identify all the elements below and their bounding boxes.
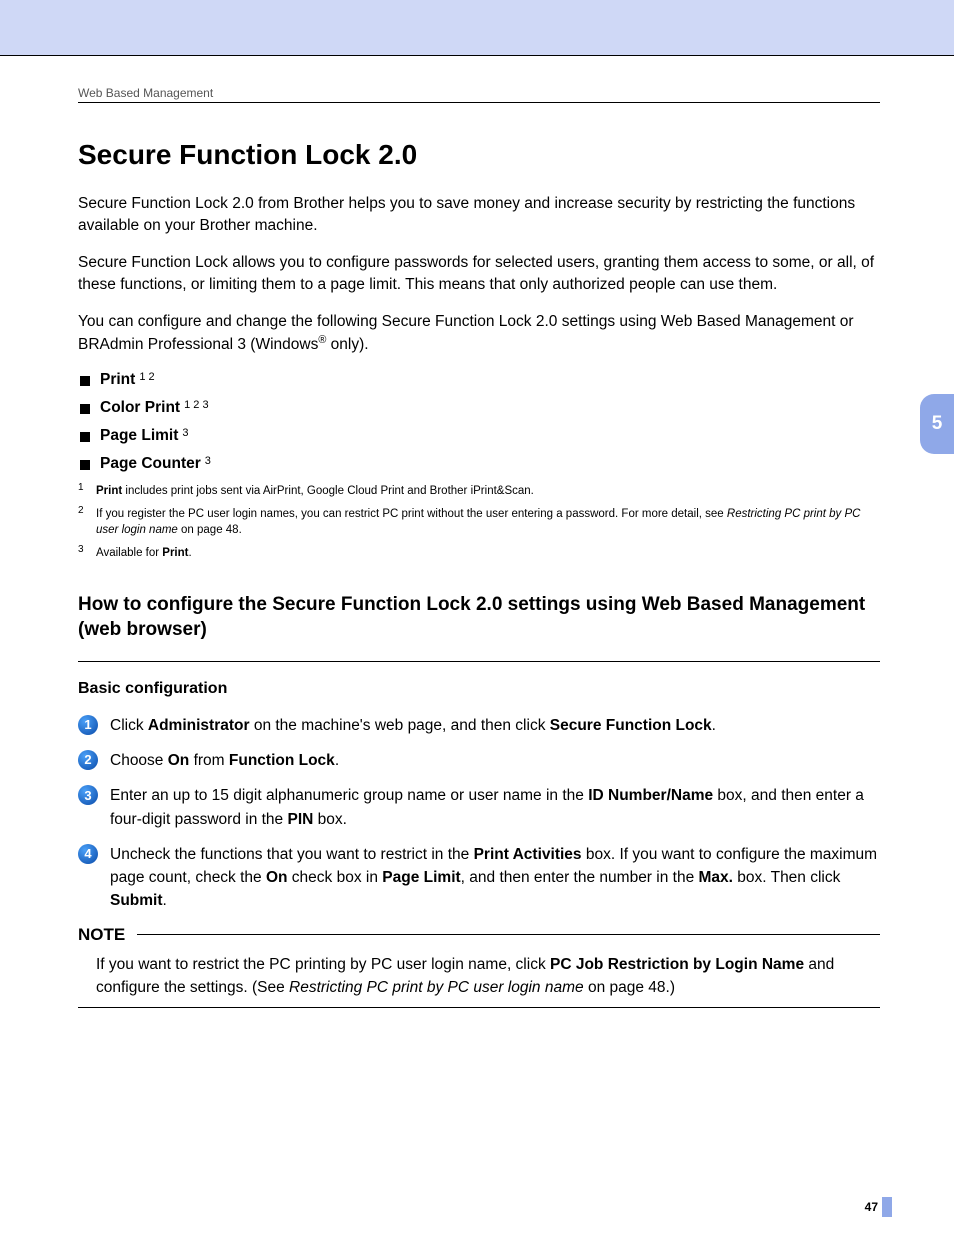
step-span: Choose [110,752,168,769]
chapter-tab: 5 [920,394,954,454]
step-span: box. [313,811,347,828]
feature-bullet-list: Print 1 2 Color Print 1 2 3 Page Limit 3 Pa… [80,371,880,473]
step-bold: Max. [699,869,733,886]
intro-paragraph-1: Secure Function Lock 2.0 from Brother he… [78,193,880,238]
step-span: box. Then click [733,869,840,886]
step-number-badge: 1 [78,715,98,735]
footnote-num: 2 [78,504,96,537]
step-number-badge: 2 [78,750,98,770]
step-text: Enter an up to 15 digit alphanumeric gro… [110,784,880,831]
bullet-label: Color Print [100,399,180,416]
section-rule [78,661,880,662]
bullet-page-limit: Page Limit 3 [80,427,880,445]
step-text: Click Administrator on the machine's web… [110,714,880,737]
header-rule [78,102,880,103]
footnote-2: 2 If you register the PC user login name… [78,506,880,539]
bullet-color-print: Color Print 1 2 3 [80,399,880,417]
subsection-heading: Basic configuration [78,680,880,698]
note-italic-ref: Restricting PC print by PC user login na… [289,979,584,996]
note-span: on page 48.) [584,979,675,996]
intro-paragraph-3: You can configure and change the followi… [78,311,880,357]
step-number-badge: 4 [78,844,98,864]
square-bullet-icon [80,376,90,386]
step-span: , and then enter the number in the [461,869,699,886]
note-rule-bottom [78,1007,880,1008]
footnote-text: on page 48. [178,524,242,536]
square-bullet-icon [80,432,90,442]
footnote-3: 3 Available for Print. [78,545,880,562]
para3-part-a: You can configure and change the followi… [78,313,854,354]
running-header: Web Based Management [78,86,880,100]
bullet-print: Print 1 2 [80,371,880,389]
footnote-bold: Print [162,547,188,559]
step-1: 1 Click Administrator on the machine's w… [78,714,880,737]
footnote-text: includes print jobs sent via AirPrint, G… [122,485,534,497]
step-bold: On [266,869,288,886]
note-block: NOTE If you want to restrict the PC prin… [78,925,880,1009]
step-span: check box in [288,869,383,886]
page-number: 47 [865,1200,878,1214]
step-text: Uncheck the functions that you want to r… [110,843,880,913]
step-bold: On [168,752,190,769]
step-span: Uncheck the functions that you want to r… [110,846,474,863]
footnote-text: Available for [96,547,162,559]
step-bold: ID Number/Name [588,787,713,804]
step-3: 3 Enter an up to 15 digit alphanumeric g… [78,784,880,831]
step-bold: Administrator [148,717,250,734]
footnote-num: 1 [78,481,96,498]
note-rule-top [137,934,880,935]
bullet-footrefs: 3 [205,455,211,467]
step-span: . [335,752,339,769]
page-number-bar [882,1197,892,1217]
note-body: If you want to restrict the PC printing … [96,953,880,1000]
header-bar [0,0,954,56]
bullet-footrefs: 3 [182,427,188,439]
footnote-bold: Print [96,485,122,497]
step-span: from [189,752,229,769]
step-number-badge: 3 [78,785,98,805]
page-content: Web Based Management Secure Function Loc… [0,56,954,1235]
note-bold: PC Job Restriction by Login Name [550,956,804,973]
footnote-text: . [188,547,191,559]
page-title: Secure Function Lock 2.0 [78,139,880,171]
footnote-text: If you register the PC user login names,… [96,508,727,520]
footnote-1: 1 Print includes print jobs sent via Air… [78,483,880,500]
step-text: Choose On from Function Lock. [110,749,880,772]
step-bold: PIN [287,811,313,828]
step-span: . [712,717,716,734]
step-span: . [163,892,167,909]
note-label: NOTE [78,925,125,945]
step-2: 2 Choose On from Function Lock. [78,749,880,772]
footnotes: 1 Print includes print jobs sent via Air… [78,483,880,562]
note-span: If you want to restrict the PC printing … [96,956,550,973]
footnote-num: 3 [78,543,96,560]
para3-part-b: only). [326,337,368,354]
step-bold: Function Lock [229,752,335,769]
page-number-wrap: 47 [865,1197,892,1217]
step-bold: Page Limit [382,869,460,886]
bullet-footrefs: 1 2 [139,371,154,383]
step-bold: Secure Function Lock [550,717,712,734]
bullet-page-counter: Page Counter 3 [80,455,880,473]
step-bold: Print Activities [474,846,582,863]
bullet-label: Page Counter [100,455,201,472]
bullet-label: Page Limit [100,427,178,444]
step-span: Enter an up to 15 digit alphanumeric gro… [110,787,588,804]
step-span: on the machine's web page, and then clic… [250,717,550,734]
square-bullet-icon [80,404,90,414]
square-bullet-icon [80,460,90,470]
bullet-footrefs: 1 2 3 [184,399,208,411]
bullet-label: Print [100,371,135,388]
section-heading: How to configure the Secure Function Loc… [78,592,880,643]
step-span: Click [110,717,148,734]
step-bold: Submit [110,892,163,909]
step-4: 4 Uncheck the functions that you want to… [78,843,880,913]
intro-paragraph-2: Secure Function Lock allows you to confi… [78,252,880,297]
